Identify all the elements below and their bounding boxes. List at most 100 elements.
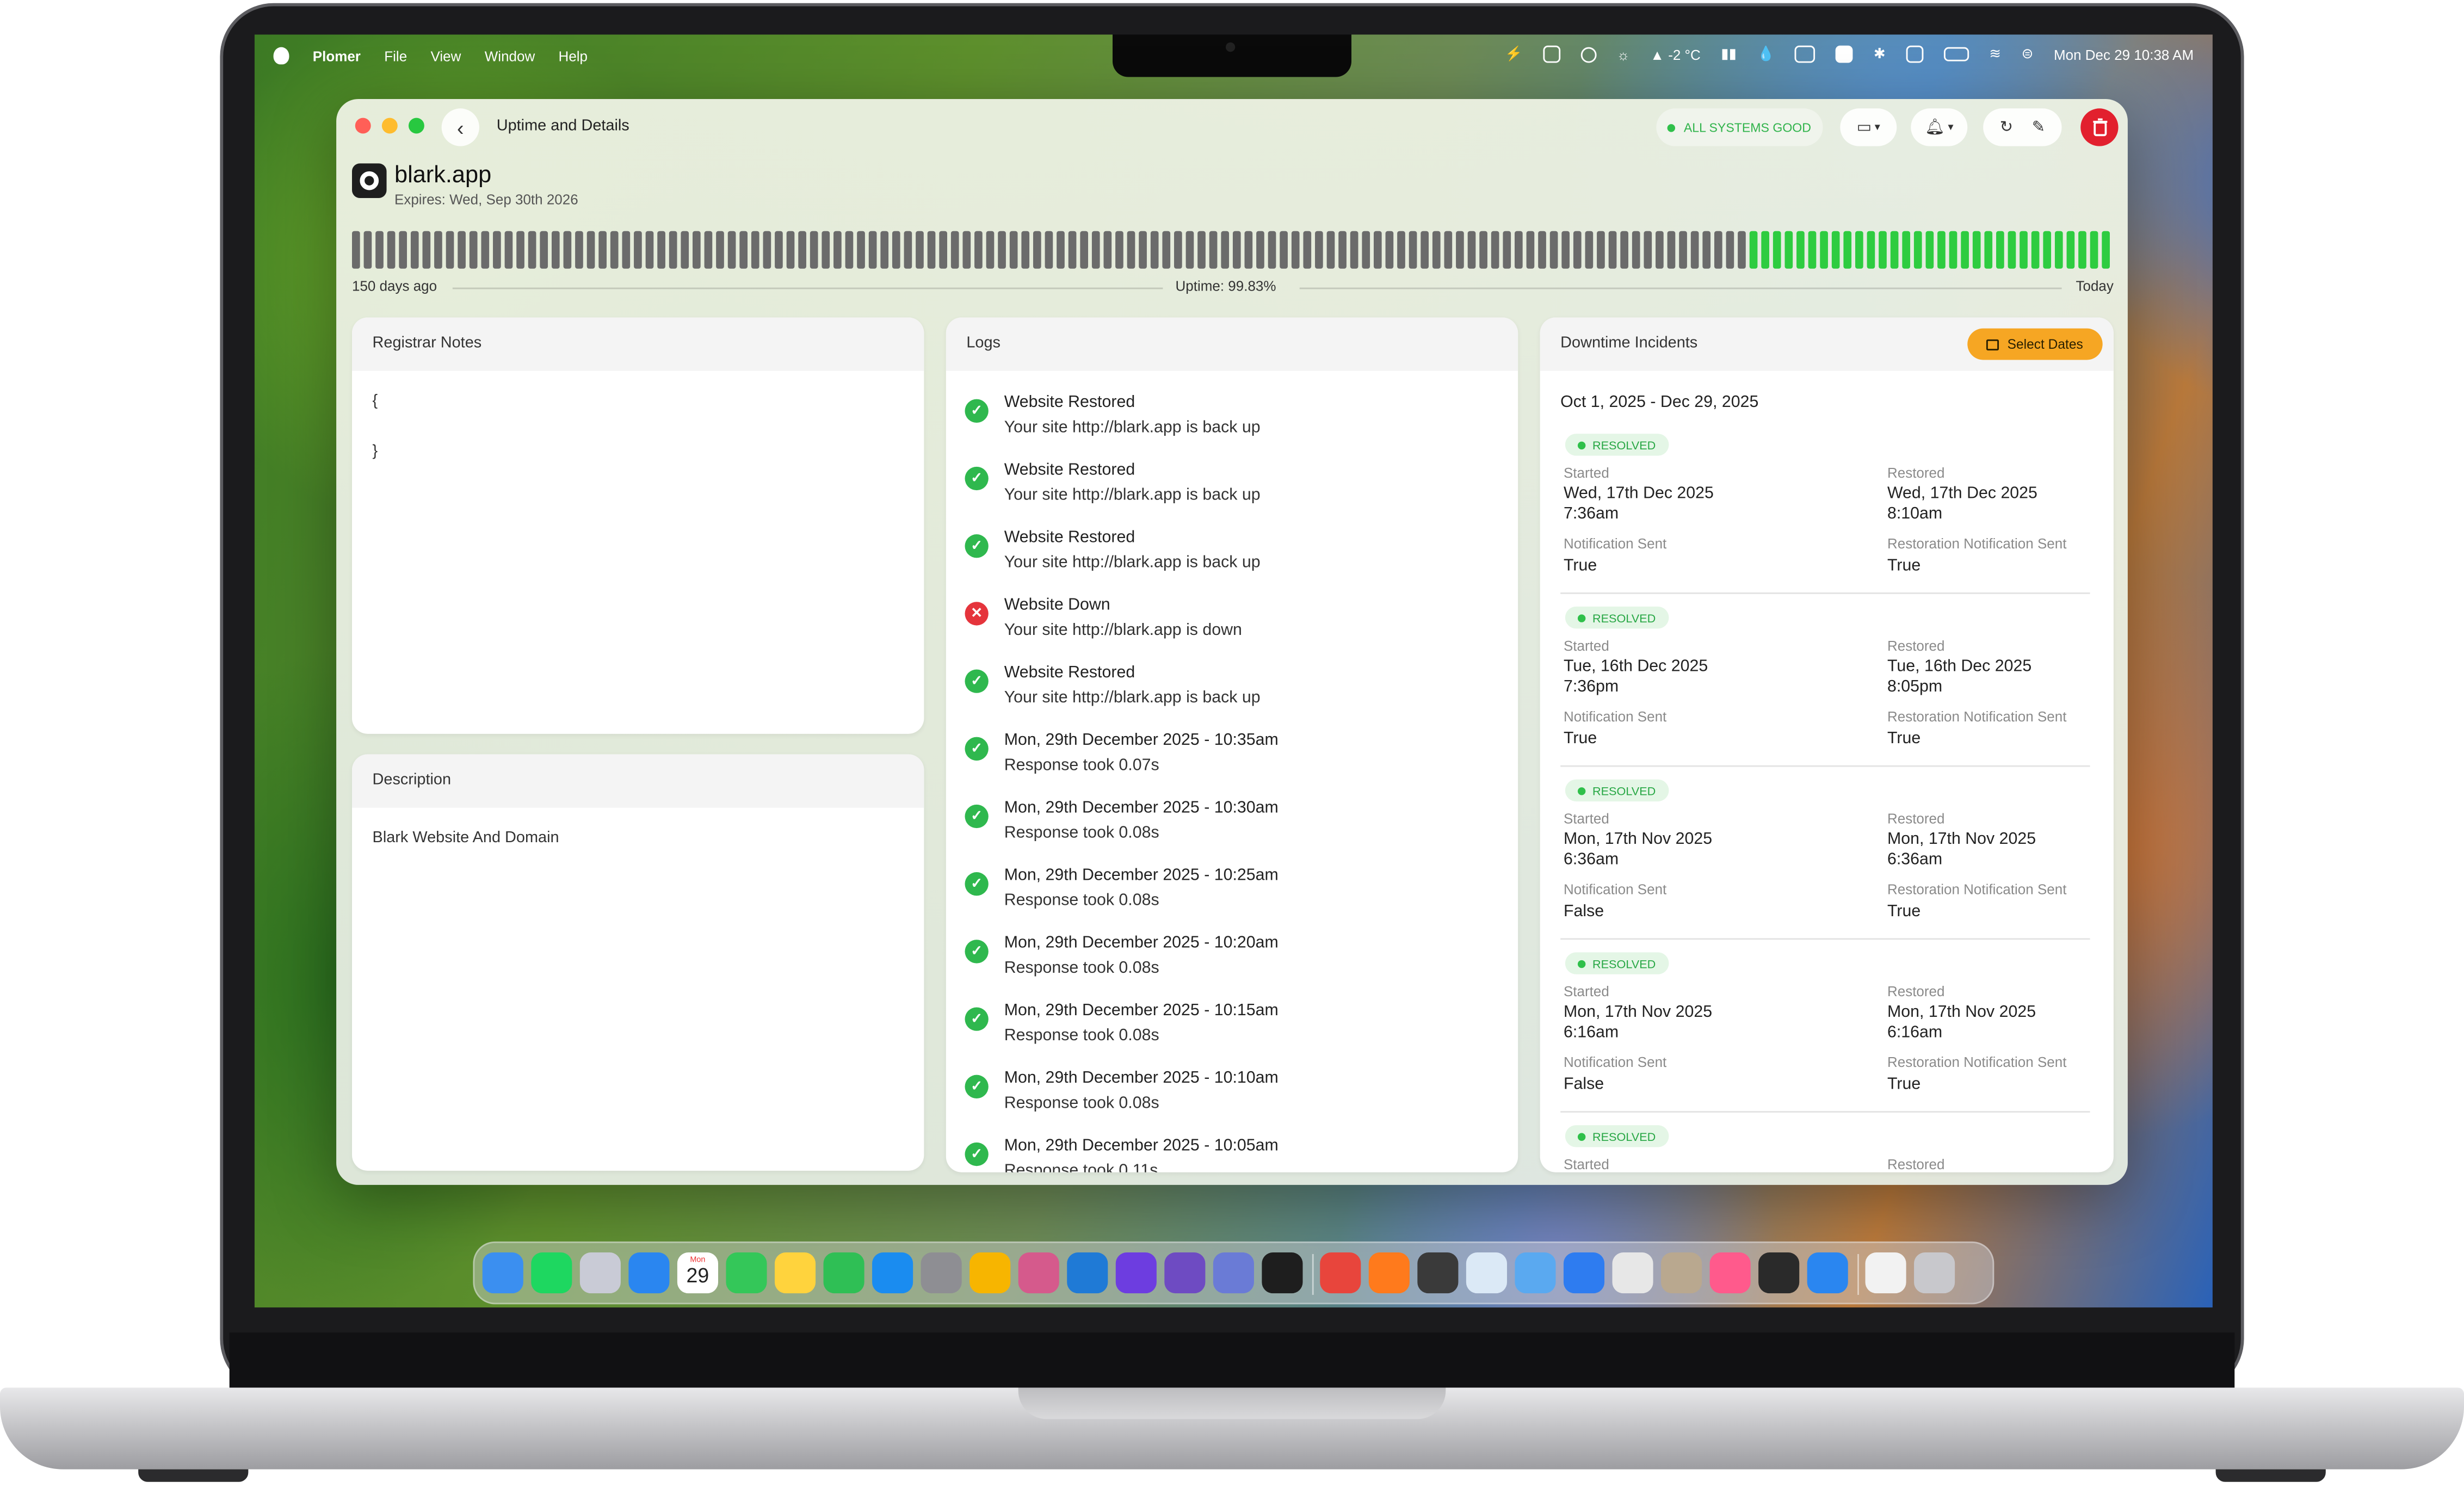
bolt-icon[interactable]: ⚡ (1505, 46, 1522, 63)
uptime-tick-unmonitored[interactable] (1303, 231, 1312, 269)
dock-calendar-icon[interactable]: Mon 29 (677, 1252, 718, 1294)
description-text[interactable]: Blark Website And Domain (373, 830, 559, 847)
dock-firefox-icon[interactable] (1368, 1252, 1410, 1294)
uptime-tick-unmonitored[interactable] (634, 231, 642, 269)
uptime-tick-unmonitored[interactable] (1397, 231, 1405, 269)
dock-github-desktop-icon[interactable] (1164, 1252, 1206, 1294)
uptime-tick-unmonitored[interactable] (352, 231, 360, 269)
uptime-tick-unmonitored[interactable] (1549, 231, 1558, 269)
zoom-window-button[interactable] (408, 118, 424, 134)
uptime-tick-up[interactable] (1831, 231, 1840, 269)
dock-vscode-icon[interactable] (1067, 1252, 1108, 1294)
back-button[interactable]: ‹ (441, 108, 479, 146)
uptime-tick-unmonitored[interactable] (1009, 231, 1018, 269)
uptime-tick-unmonitored[interactable] (1608, 231, 1617, 269)
uptime-tick-up[interactable] (1773, 231, 1781, 269)
uptime-tick-unmonitored[interactable] (1491, 231, 1499, 269)
dock-safari-beta-icon[interactable] (1807, 1252, 1848, 1294)
openai-icon[interactable] (1580, 46, 1597, 63)
uptime-tick-up[interactable] (1820, 231, 1828, 269)
uptime-tick-up[interactable] (1843, 231, 1852, 269)
uptime-tick-unmonitored[interactable] (1632, 231, 1640, 269)
window-icon[interactable] (1795, 45, 1815, 63)
uptime-tick-unmonitored[interactable] (399, 231, 407, 269)
uptime-tick-unmonitored[interactable] (504, 231, 513, 269)
bluetooth-icon[interactable]: ✱ (1874, 46, 1886, 63)
uptime-tick-unmonitored[interactable] (833, 231, 842, 269)
uptime-tick-unmonitored[interactable] (528, 231, 536, 269)
uptime-tick-up[interactable] (1879, 231, 1887, 269)
incident-item[interactable]: RESOLVED Started Mon, 17th Nov 2025 6:36am R… (1560, 779, 2095, 953)
uptime-tick-unmonitored[interactable] (939, 231, 947, 269)
uptime-tick-up[interactable] (1749, 231, 1758, 269)
uptime-tick-unmonitored[interactable] (998, 231, 1006, 269)
uptime-tick-unmonitored[interactable] (1738, 231, 1746, 269)
dock-chatgpt-icon[interactable] (1612, 1252, 1653, 1294)
uptime-tick-unmonitored[interactable] (1115, 231, 1123, 269)
select-dates-button[interactable]: Select Dates (1967, 328, 2103, 360)
dock-weather-icon[interactable] (1515, 1252, 1556, 1294)
dock-sketch-icon[interactable] (969, 1252, 1011, 1294)
uptime-tick-unmonitored[interactable] (1479, 231, 1487, 269)
uptime-tick-unmonitored[interactable] (868, 231, 877, 269)
log-item[interactable]: ✓ Mon, 29th December 2025 - 10:25am Respon… (965, 866, 1499, 929)
uptime-tick-unmonitored[interactable] (1561, 231, 1570, 269)
uptime-tick-unmonitored[interactable] (904, 231, 912, 269)
uptime-tick-unmonitored[interactable] (1679, 231, 1687, 269)
uptime-tick-unmonitored[interactable] (1221, 231, 1230, 269)
uptime-tick-unmonitored[interactable] (739, 231, 748, 269)
menu-app-name[interactable]: Plomer (313, 48, 361, 64)
sun-icon[interactable]: ☼ (1617, 46, 1630, 62)
uptime-tick-unmonitored[interactable] (1690, 231, 1699, 269)
uptime-tick-unmonitored[interactable] (763, 231, 771, 269)
uptime-tick-unmonitored[interactable] (810, 231, 818, 269)
log-item[interactable]: ✓ Website Restored Your site http://blark.… (965, 528, 1499, 591)
uptime-tick-unmonitored[interactable] (716, 231, 724, 269)
uptime-tick-unmonitored[interactable] (786, 231, 795, 269)
wifi-icon[interactable]: ≋ (1989, 46, 2001, 63)
uptime-tick-unmonitored[interactable] (481, 231, 490, 269)
delete-button[interactable] (2080, 108, 2119, 146)
uptime-tick-up[interactable] (1867, 231, 1875, 269)
uptime-tick-unmonitored[interactable] (1444, 231, 1453, 269)
uptime-tick-unmonitored[interactable] (446, 231, 454, 269)
uptime-tick-unmonitored[interactable] (1456, 231, 1464, 269)
drop-icon[interactable]: 💧 (1757, 46, 1774, 63)
uptime-tick-unmonitored[interactable] (434, 231, 442, 269)
uptime-tick-up[interactable] (1972, 231, 1981, 269)
dock-finder-icon[interactable] (482, 1252, 523, 1294)
uptime-tick-unmonitored[interactable] (704, 231, 713, 269)
uptime-tick-up[interactable] (2020, 231, 2028, 269)
uptime-tick-unmonitored[interactable] (1338, 231, 1347, 269)
log-item[interactable]: ✓ Mon, 29th December 2025 - 10:10am Respon… (965, 1069, 1499, 1132)
uptime-tick-unmonitored[interactable] (1280, 231, 1288, 269)
uptime-tick-unmonitored[interactable] (1162, 231, 1171, 269)
incident-item[interactable]: RESOLVED Started Restored (1560, 1125, 2095, 1172)
uptime-tick-unmonitored[interactable] (387, 231, 396, 269)
dock-simulator-icon[interactable] (1213, 1252, 1254, 1294)
uptime-tick-up[interactable] (2054, 231, 2063, 269)
uptime-tick-unmonitored[interactable] (1080, 231, 1089, 269)
uptime-tick-unmonitored[interactable] (950, 231, 959, 269)
uptime-tick-unmonitored[interactable] (693, 231, 701, 269)
uptime-tick-up[interactable] (1925, 231, 1934, 269)
uptime-tick-unmonitored[interactable] (751, 231, 759, 269)
incident-item[interactable]: RESOLVED Started Wed, 17th Dec 2025 7:36am R… (1560, 434, 2095, 607)
log-item[interactable]: ✓ Mon, 29th December 2025 - 10:20am Respon… (965, 934, 1499, 997)
dock-launchpad-icon[interactable] (579, 1252, 621, 1294)
uptime-tick-unmonitored[interactable] (1421, 231, 1429, 269)
log-item[interactable]: ✓ Website Restored Your site http://blark.… (965, 663, 1499, 726)
uptime-tick-unmonitored[interactable] (1726, 231, 1734, 269)
uptime-tick-unmonitored[interactable] (1103, 231, 1112, 269)
dock-shortcuts-icon[interactable] (1709, 1252, 1751, 1294)
uptime-tick-unmonitored[interactable] (798, 231, 806, 269)
menu-help[interactable]: Help (559, 48, 588, 64)
uptime-tick-unmonitored[interactable] (1385, 231, 1394, 269)
uptime-tick-unmonitored[interactable] (845, 231, 854, 269)
uptime-tick-up[interactable] (1949, 231, 1957, 269)
uptime-tick-unmonitored[interactable] (586, 231, 595, 269)
plomer-status-icon[interactable]: ▮▮ (1721, 46, 1737, 63)
dock-trash-icon[interactable] (1914, 1252, 1955, 1294)
dock-system-settings-icon[interactable] (921, 1252, 962, 1294)
log-item[interactable]: ✓ Mon, 29th December 2025 - 10:30am Respon… (965, 798, 1499, 861)
